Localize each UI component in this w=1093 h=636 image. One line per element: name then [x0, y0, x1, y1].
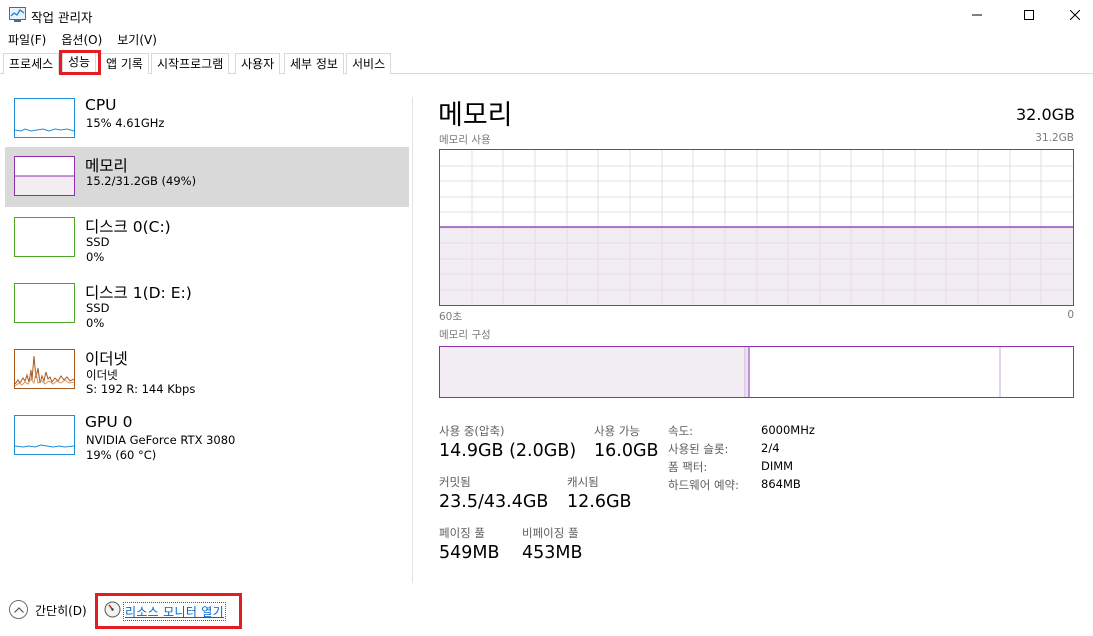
spec-form-factor-label: 폼 팩터: [668, 460, 708, 474]
fewer-details-label[interactable]: 간단히(D) [35, 602, 87, 619]
menu-options[interactable]: 옵션(O) [53, 30, 109, 50]
title-bar: 작업 관리자 [0, 0, 1093, 30]
composition-in-use [440, 347, 745, 397]
cached-value: 12.6GB [567, 492, 632, 512]
memory-total: 32.0GB [1016, 105, 1075, 124]
ethernet-graph-icon [14, 349, 75, 389]
memory-composition-bar [439, 346, 1074, 398]
nonpaged-pool-value: 453MB [522, 543, 583, 563]
menu-file[interactable]: 파일(F) [0, 30, 53, 50]
window-title: 작업 관리자 [31, 10, 93, 25]
performance-tab-highlight [59, 50, 101, 75]
perf-item-title: 디스크 1(D: E:) [85, 284, 192, 302]
perf-item-sub2: S: 192 R: 144 Kbps [86, 382, 196, 396]
perf-item-sub2: 0% [86, 316, 105, 330]
available-label: 사용 가능 [594, 424, 640, 438]
spec-speed-value: 6000MHz [761, 423, 815, 437]
close-icon [1070, 10, 1080, 20]
performance-sidebar: CPU 15% 4.61GHz 메모리 15.2/31.2GB (49%) 디스… [0, 86, 412, 586]
graph-time-right: 0 [1067, 309, 1074, 321]
perf-item-sub2: 19% (60 °C) [86, 448, 157, 462]
tab-processes[interactable]: 프로세스 [3, 53, 60, 74]
available-value: 16.0GB [594, 441, 659, 461]
menu-view[interactable]: 보기(V) [109, 30, 164, 50]
spec-form-factor-value: DIMM [761, 459, 794, 473]
memory-graph-icon [14, 156, 75, 196]
perf-item-cpu[interactable]: CPU 15% 4.61GHz [5, 89, 409, 149]
chevron-up-icon [13, 606, 24, 613]
perf-item-sub: SSD [86, 235, 110, 249]
close-button[interactable] [1052, 0, 1093, 30]
gpu-graph-icon [14, 415, 75, 455]
usage-graph-label: 메모리 사용 [439, 134, 491, 146]
tab-startup[interactable]: 시작프로그램 [151, 53, 230, 74]
nonpaged-pool-label: 비페이징 풀 [522, 526, 579, 540]
perf-item-ethernet[interactable]: 이더넷 이더넷 S: 192 R: 144 Kbps [5, 340, 409, 400]
perf-item-title: 메모리 [85, 157, 128, 175]
paged-pool-label: 페이징 풀 [439, 526, 485, 540]
minimize-icon [972, 14, 982, 16]
committed-value: 23.5/43.4GB [439, 492, 549, 512]
perf-item-sub: 15.2/31.2GB (49%) [86, 174, 197, 188]
perf-item-sub: 이더넷 [86, 368, 118, 382]
perf-item-sub: SSD [86, 301, 110, 315]
perf-item-sub: NVIDIA GeForce RTX 3080 [86, 433, 236, 447]
perf-item-memory[interactable]: 메모리 15.2/31.2GB (49%) [5, 147, 409, 207]
spec-slots-label: 사용된 슬롯: [668, 442, 729, 456]
in-use-label: 사용 중(압축) [439, 424, 505, 438]
resource-monitor-highlight [95, 593, 242, 629]
panel-divider [412, 97, 413, 583]
disk-graph-icon [14, 217, 75, 257]
tab-strip: 프로세스 성능 앱 기록 시작프로그램 사용자 세부 정보 서비스 [0, 51, 1093, 75]
spec-slots-value: 2/4 [761, 441, 780, 455]
menu-bar: 파일(F) 옵션(O) 보기(V) [0, 30, 164, 50]
disk-graph-icon [14, 283, 75, 323]
tab-app-history[interactable]: 앱 기록 [100, 53, 149, 74]
committed-label: 커밋됨 [439, 475, 471, 489]
perf-item-sub2: 0% [86, 250, 105, 264]
spec-hw-reserved-label: 하드웨어 예약: [668, 478, 740, 492]
in-use-value: 14.9GB (2.0GB) [439, 441, 577, 461]
memory-usage-graph [439, 149, 1074, 306]
cpu-graph-icon [14, 98, 75, 138]
perf-item-title: 디스크 0(C:) [85, 218, 171, 236]
tab-details[interactable]: 세부 정보 [284, 53, 344, 74]
perf-item-title: GPU 0 [85, 413, 133, 431]
cached-label: 캐시됨 [567, 475, 599, 489]
perf-item-title: CPU [85, 96, 117, 114]
usage-graph-max: 31.2GB [1035, 132, 1074, 144]
spec-hw-reserved-value: 864MB [761, 477, 801, 491]
paged-pool-value: 549MB [439, 543, 500, 563]
spec-speed-label: 속도: [668, 424, 694, 438]
perf-item-disk0[interactable]: 디스크 0(C:) SSD 0% [5, 208, 409, 268]
task-manager-icon [9, 7, 26, 22]
perf-item-sub: 15% 4.61GHz [86, 116, 165, 130]
graph-time-left: 60초 [439, 311, 463, 323]
perf-item-title: 이더넷 [85, 350, 128, 368]
minimize-button[interactable] [954, 0, 1000, 30]
maximize-button[interactable] [1006, 0, 1052, 30]
perf-item-disk1[interactable]: 디스크 1(D: E:) SSD 0% [5, 274, 409, 334]
fewer-details-button[interactable] [9, 600, 28, 619]
perf-item-gpu[interactable]: GPU 0 NVIDIA GeForce RTX 3080 19% (60 °C… [5, 406, 409, 466]
composition-label: 메모리 구성 [439, 329, 491, 341]
maximize-icon [1024, 10, 1034, 20]
tab-services[interactable]: 서비스 [346, 53, 392, 74]
page-title: 메모리 [438, 100, 513, 131]
memory-usage-chart [440, 150, 1073, 305]
tab-users[interactable]: 사용자 [235, 53, 281, 74]
